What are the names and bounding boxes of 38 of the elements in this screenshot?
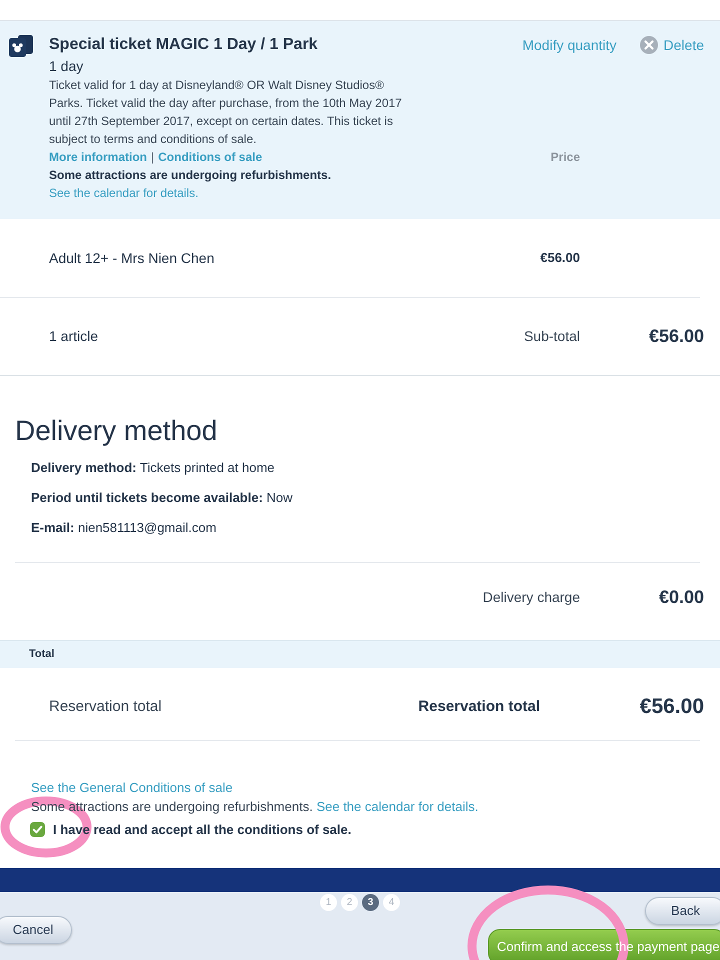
total-summary-label: Reservation total [418, 696, 540, 717]
total-band-label: Total [29, 647, 54, 662]
cancel-button[interactable]: Cancel [0, 916, 72, 944]
calendar-link[interactable]: See the calendar for details. [316, 799, 478, 814]
delivery-charge-amount: €0.00 [658, 586, 704, 609]
calendar-link[interactable]: See the calendar for details. [49, 186, 198, 200]
delivery-charge-label: Delivery charge [482, 588, 580, 607]
section-heading: Delivery method [14, 414, 218, 448]
modify-quantity-link[interactable]: Modify quantity [522, 34, 617, 56]
accept-conditions-label[interactable]: I have read and accept all the conditions of sale. [53, 820, 352, 839]
delivery-detail: E-mail: nien581113@gmail.com [31, 519, 218, 537]
ticket-icon [8, 35, 34, 57]
article-count: 1 article [49, 327, 100, 346]
ticket-duration: 1 day [49, 57, 84, 76]
delivery-detail: Period until tickets become available: Now [31, 489, 294, 507]
general-conditions-link[interactable]: See the General Conditions of sale [31, 778, 233, 797]
info-link[interactable]: More information [49, 148, 147, 166]
step-indicator: 1 [320, 894, 337, 911]
subtotal-amount: €56.00 [648, 325, 704, 348]
delete-button[interactable]: Delete [640, 34, 704, 56]
subtotal-label: Sub-total [524, 327, 580, 346]
step-indicator: 3 [362, 894, 379, 911]
step-indicator: 2 [341, 894, 358, 911]
price-header: Price [550, 149, 580, 166]
step-indicator: 4 [383, 894, 400, 911]
item-label: Adult 12+ - Mrs Nien Chen [49, 248, 216, 268]
remove-icon [640, 36, 658, 54]
link-separator: | [151, 149, 154, 166]
delivery-detail: Delivery method: Tickets printed at home [31, 459, 276, 477]
back-button[interactable]: Back [645, 897, 720, 925]
checkbox[interactable] [30, 822, 45, 837]
ticket-description: Ticket valid for 1 day at Disneyland® OR Walt Disney Studios® Parks. Ticket valid the day after purchase, from the 10th May 2017 until 27th September 2017, except on certain dates. This ticket is subject to terms and conditions of sale. [49, 77, 403, 148]
notice-text: Some attractions are undergoing refurbishments. [49, 168, 332, 182]
item-price: €56.00 [540, 249, 580, 268]
total-amount: €56.00 [638, 694, 704, 720]
total-label: Reservation total [49, 696, 163, 717]
ticket-title: Special ticket MAGIC 1 Day / 1 Park [49, 35, 319, 55]
info-link[interactable]: Conditions of sale [158, 148, 262, 166]
